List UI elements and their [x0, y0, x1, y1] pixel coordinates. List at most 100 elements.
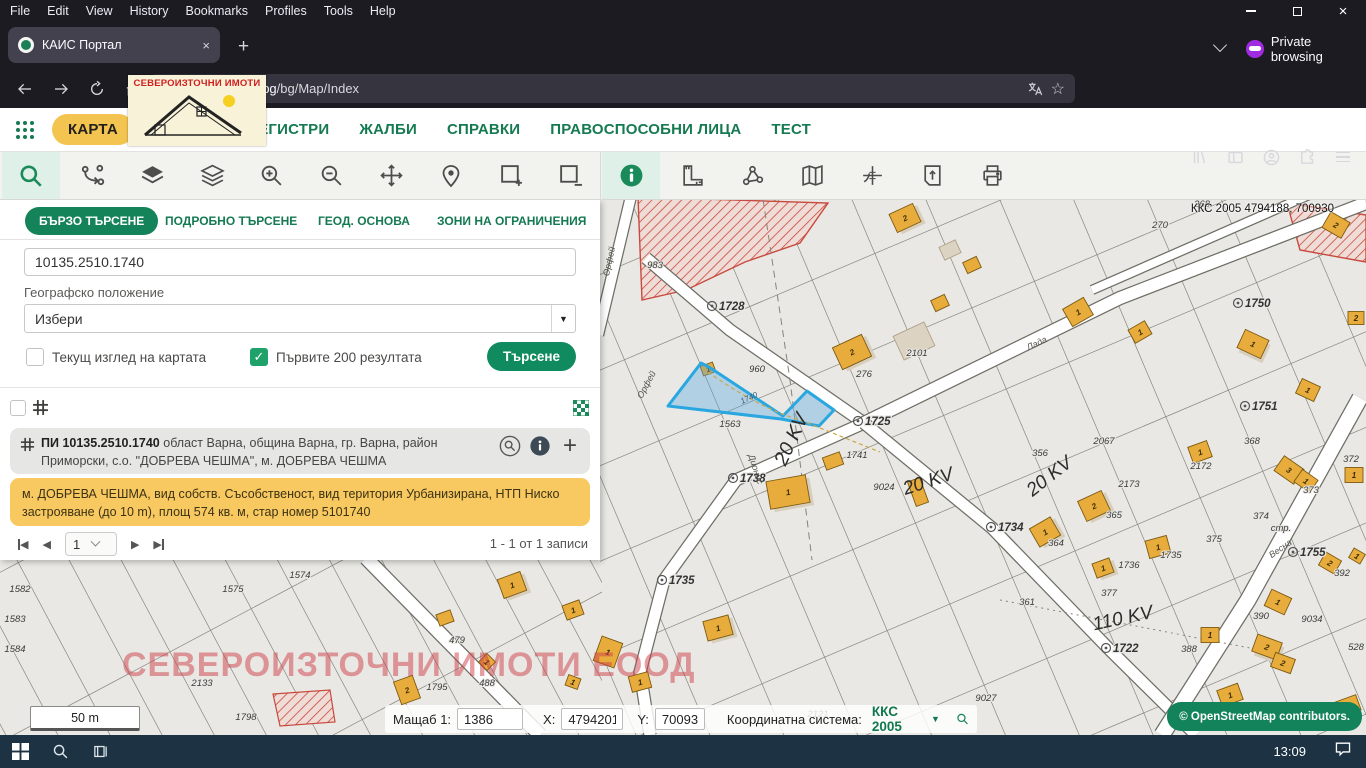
crs-value[interactable]: ККС 2005 [872, 704, 911, 734]
clock[interactable]: 13:09 [1273, 744, 1306, 759]
nav-item-licensed-persons[interactable]: ПРАВОСПОСОБНИ ЛИЦА [550, 121, 741, 138]
tab-detailed-search[interactable]: ПОДРОБНО ТЪРСЕНЕ [165, 214, 297, 228]
tab-geodetic-base[interactable]: ГЕОД. ОСНОВА [318, 214, 410, 228]
tab-list-chevron-icon[interactable] [1213, 38, 1227, 52]
search-button[interactable]: Търсене [487, 342, 576, 371]
tool-export[interactable] [908, 152, 956, 199]
close-button[interactable]: × [1320, 0, 1366, 22]
select-all-checkbox[interactable] [10, 400, 26, 416]
url-bar[interactable]: kais.cadastre.bg/bg/Map/Index ☆ [150, 74, 1075, 103]
zoom-to-results-icon[interactable] [573, 400, 589, 416]
menu-profiles[interactable]: Profiles [265, 4, 307, 18]
parcel-number: 9027 [975, 693, 997, 704]
nav-item-map[interactable]: КАРТА [52, 114, 134, 145]
status-search-icon[interactable] [956, 709, 969, 729]
tool-pan[interactable] [367, 152, 415, 199]
tool-search[interactable] [2, 152, 60, 199]
checkbox-current-view[interactable] [26, 348, 44, 366]
apps-grid-icon[interactable] [14, 119, 36, 141]
tool-coordinates[interactable] [848, 152, 896, 199]
tool-zoom-out[interactable] [307, 152, 355, 199]
menu-help[interactable]: Help [370, 4, 396, 18]
parcel-number: 1584 [4, 644, 25, 655]
menu-file[interactable]: File [10, 4, 30, 18]
chevron-down-icon[interactable]: ▼ [931, 714, 940, 724]
checkbox-first-200[interactable]: ✓ [250, 348, 268, 366]
tool-base-layers[interactable] [128, 152, 176, 199]
result-info-button[interactable] [528, 434, 552, 458]
tool-measure[interactable] [668, 152, 716, 199]
private-mask-icon [1246, 40, 1264, 58]
tab-close-icon[interactable]: × [202, 38, 210, 53]
nav-item-references[interactable]: СПРАВКИ [447, 121, 520, 138]
result-add-button[interactable]: + [558, 434, 582, 458]
extensions-icon[interactable] [1294, 144, 1320, 170]
tool-select-add[interactable] [487, 152, 535, 199]
nav-item-complaints[interactable]: ЖАЛБИ [359, 121, 417, 138]
pager-next-button[interactable]: ▶ [131, 538, 139, 551]
tool-map-sheets[interactable] [788, 152, 836, 199]
map-status-bar: Мащаб 1: X: Y: Координатна система: ККС … [385, 705, 977, 733]
page-select[interactable]: 1 [65, 532, 117, 556]
tool-print[interactable] [968, 152, 1016, 199]
search-input[interactable] [24, 248, 576, 276]
app-menu-icon[interactable] [1330, 144, 1356, 170]
realtor-logo: СЕВЕРОИЗТОЧНИ ИМОТИ [128, 75, 266, 146]
tool-locate[interactable] [427, 152, 475, 199]
menu-tools[interactable]: Tools [324, 4, 353, 18]
parcel-number: 528 [1348, 642, 1365, 653]
bookmark-star-icon[interactable]: ☆ [1051, 79, 1065, 99]
tool-zoom-in[interactable] [247, 152, 295, 199]
tool-select-remove[interactable] [546, 152, 594, 199]
tab-quick-search[interactable]: БЪРЗО ТЪРСЕНЕ [25, 207, 158, 235]
tab-restriction-zones[interactable]: ЗОНИ НА ОГРАНИЧЕНИЯ [437, 214, 586, 228]
forward-button[interactable] [48, 76, 74, 102]
chevron-down-icon[interactable]: ▼ [551, 305, 575, 332]
location-pin-icon [439, 164, 463, 188]
pager-prev-button[interactable]: ◀ [42, 538, 50, 551]
notification-icon[interactable] [1334, 741, 1352, 762]
new-tab-button[interactable]: + [238, 36, 249, 58]
screen: 1221111221131121112111221111211111 1740 … [0, 0, 1366, 768]
parcel-number: 1574 [289, 570, 310, 581]
restore-button[interactable] [1274, 0, 1320, 22]
osm-attribution[interactable]: © OpenStreetMap contributors. [1167, 702, 1362, 731]
browser-tab[interactable]: КАИС Портал × [8, 27, 220, 63]
map-building: 2 [1348, 312, 1364, 325]
tool-route[interactable] [68, 152, 116, 199]
x-input[interactable] [561, 708, 623, 730]
y-input[interactable] [655, 708, 705, 730]
back-button[interactable] [12, 76, 38, 102]
minimize-button[interactable] [1228, 0, 1274, 22]
menu-history[interactable]: History [130, 4, 169, 18]
url-text: kais.cadastre.bg/bg/Map/Index [182, 81, 1019, 96]
account-icon[interactable] [1258, 144, 1284, 170]
coordinate-axes-icon [860, 163, 885, 188]
menu-view[interactable]: View [86, 4, 113, 18]
pan-icon [379, 163, 404, 188]
result-row[interactable]: ПИ 10135.2510.1740 област Варна, община … [10, 428, 590, 474]
scale-input[interactable] [457, 708, 523, 730]
library-icon[interactable] [1186, 144, 1212, 170]
menu-edit[interactable]: Edit [47, 4, 69, 18]
nav-item-test[interactable]: ТЕСТ [771, 121, 811, 138]
parcel-number: 2172 [1189, 461, 1212, 472]
tool-layers[interactable] [188, 152, 236, 199]
translate-icon[interactable] [1027, 81, 1043, 97]
checkbox-current-view-label: Текущ изглед на картата [52, 350, 206, 365]
geo-position-select[interactable]: Избери ▼ [24, 304, 576, 333]
task-view-icon[interactable] [80, 735, 120, 768]
export-page-icon [920, 163, 945, 188]
start-button[interactable] [0, 735, 40, 768]
pager-last-button[interactable]: ▶ [153, 538, 163, 551]
pager-first-button[interactable]: ◀ [18, 538, 28, 551]
reload-button[interactable] [84, 76, 110, 102]
sidebar-icon[interactable] [1222, 144, 1248, 170]
result-zoom-button[interactable] [498, 434, 522, 458]
zoom-in-icon [259, 163, 284, 188]
tool-info[interactable] [602, 152, 660, 199]
svg-text:1728: 1728 [719, 301, 745, 313]
menu-bookmarks[interactable]: Bookmarks [185, 4, 248, 18]
taskbar-search-icon[interactable] [40, 735, 80, 768]
tool-area-measure[interactable] [728, 152, 776, 199]
